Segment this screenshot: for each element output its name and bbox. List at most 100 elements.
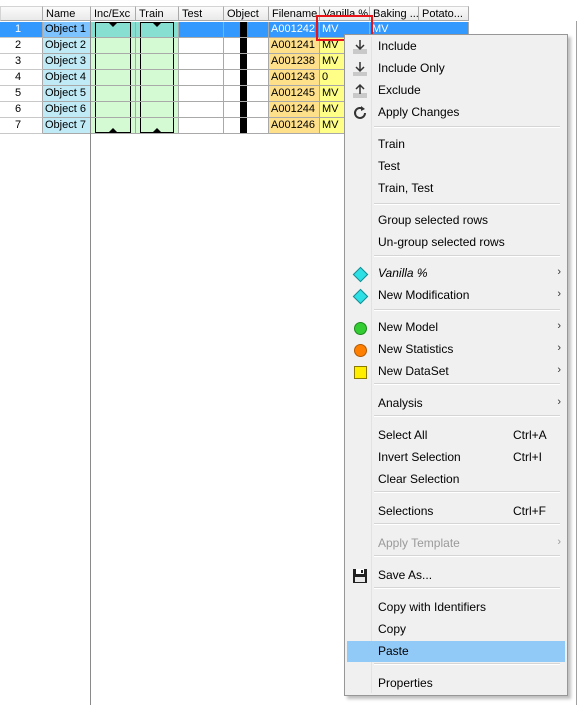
test-cell[interactable] xyxy=(179,102,224,118)
yellow-square-icon xyxy=(352,364,368,380)
object-cell[interactable] xyxy=(224,118,269,134)
menu-item-exclude[interactable]: Exclude xyxy=(347,80,565,101)
train-cell[interactable] xyxy=(136,38,179,54)
menu-item-properties[interactable]: Properties xyxy=(347,673,565,694)
object-cell[interactable] xyxy=(224,86,269,102)
test-cell[interactable] xyxy=(179,118,224,134)
name-cell[interactable]: Object 5 xyxy=(43,86,91,102)
inc-exc-cell[interactable] xyxy=(91,118,136,134)
menu-item-analysis[interactable]: Analysis › xyxy=(347,393,565,414)
filename-cell[interactable]: A001242 xyxy=(269,22,320,38)
menu-item-group-selected-rows[interactable]: Group selected rows xyxy=(347,210,565,231)
train-cell[interactable] xyxy=(136,118,179,134)
submenu-arrow-icon: › xyxy=(557,396,561,408)
menu-item-train[interactable]: Train xyxy=(347,134,565,155)
filename-cell[interactable]: A001246 xyxy=(269,118,320,134)
header-row-number[interactable] xyxy=(0,6,43,21)
menu-item-include-only[interactable]: Include Only xyxy=(347,58,565,79)
menu-item-new-model[interactable]: New Model › xyxy=(347,317,565,338)
object-marker xyxy=(240,86,247,101)
row-number-cell[interactable]: 3 xyxy=(0,54,43,70)
train-bracket-mark xyxy=(140,118,174,133)
filename-cell[interactable]: A001243 xyxy=(269,70,320,86)
name-cell[interactable]: Object 3 xyxy=(43,54,91,70)
test-cell[interactable] xyxy=(179,54,224,70)
filename-cell[interactable]: A001244 xyxy=(269,102,320,118)
header-name[interactable]: Name xyxy=(43,6,91,21)
inc-exc-cell[interactable] xyxy=(91,54,136,70)
inc-exc-cell[interactable] xyxy=(91,22,136,38)
row-number-cell[interactable]: 6 xyxy=(0,102,43,118)
train-bracket-mark xyxy=(140,70,174,85)
menu-item-label: Exclude xyxy=(378,83,421,97)
object-cell[interactable] xyxy=(224,70,269,86)
menu-item-vanilla[interactable]: Vanilla % › xyxy=(347,263,565,284)
context-menu: Include Include Only Exclude Apply Changes T… xyxy=(344,34,568,696)
test-cell[interactable] xyxy=(179,38,224,54)
menu-item-copy[interactable]: Copy xyxy=(347,619,565,640)
header-filename[interactable]: Filename xyxy=(269,6,320,21)
header-inc-exc[interactable]: Inc/Exc xyxy=(91,6,136,21)
test-cell[interactable] xyxy=(179,22,224,38)
submenu-arrow-icon: › xyxy=(557,536,561,548)
test-cell[interactable] xyxy=(179,70,224,86)
filename-cell[interactable]: A001245 xyxy=(269,86,320,102)
object-cell[interactable] xyxy=(224,102,269,118)
menu-item-test[interactable]: Test xyxy=(347,156,565,177)
menu-item-select-all[interactable]: Select All Ctrl+A xyxy=(347,425,565,446)
menu-item-train-test[interactable]: Train, Test xyxy=(347,178,565,199)
inc-exc-cell[interactable] xyxy=(91,70,136,86)
header-test[interactable]: Test xyxy=(179,6,224,21)
train-cell[interactable] xyxy=(136,70,179,86)
inc-exc-cell[interactable] xyxy=(91,86,136,102)
menu-item-copy-with-identifiers[interactable]: Copy with Identifiers xyxy=(347,597,565,618)
train-cell[interactable] xyxy=(136,22,179,38)
filename-cell[interactable]: A001241 xyxy=(269,38,320,54)
menu-item-include[interactable]: Include xyxy=(347,36,565,57)
object-cell[interactable] xyxy=(224,38,269,54)
menu-item-apply-changes[interactable]: Apply Changes xyxy=(347,102,565,123)
row-number-cell[interactable]: 1 xyxy=(0,22,43,38)
menu-separator xyxy=(374,126,560,128)
name-cell[interactable]: Object 6 xyxy=(43,102,91,118)
inc-exc-cell[interactable] xyxy=(91,38,136,54)
menu-item-paste[interactable]: Paste xyxy=(347,641,565,662)
name-cell[interactable]: Object 7 xyxy=(43,118,91,134)
cyan-diamond-icon xyxy=(352,288,369,305)
row-number-cell[interactable]: 5 xyxy=(0,86,43,102)
header-potato[interactable]: Potato... xyxy=(419,6,469,21)
row-number-cell[interactable]: 4 xyxy=(0,70,43,86)
name-cell[interactable]: Object 1 xyxy=(43,22,91,38)
train-cell[interactable] xyxy=(136,102,179,118)
menu-item-un-group-selected-rows[interactable]: Un-group selected rows xyxy=(347,232,565,253)
menu-item-label: Copy with Identifiers xyxy=(378,600,487,614)
train-cell[interactable] xyxy=(136,54,179,70)
train-cell[interactable] xyxy=(136,86,179,102)
header-object[interactable]: Object xyxy=(224,6,269,21)
name-cell[interactable]: Object 2 xyxy=(43,38,91,54)
row-number-cell[interactable]: 2 xyxy=(0,38,43,54)
menu-separator xyxy=(374,523,560,525)
menu-item-new-statistics[interactable]: New Statistics › xyxy=(347,339,565,360)
header-train[interactable]: Train xyxy=(136,6,179,21)
filename-cell[interactable]: A001238 xyxy=(269,54,320,70)
test-cell[interactable] xyxy=(179,86,224,102)
object-marker xyxy=(240,22,247,37)
menu-item-save-as[interactable]: Save As... xyxy=(347,565,565,586)
menu-item-selections[interactable]: Selections Ctrl+F xyxy=(347,501,565,522)
object-cell[interactable] xyxy=(224,54,269,70)
menu-item-new-modification[interactable]: New Modification › xyxy=(347,285,565,306)
menu-item-label: Train xyxy=(378,137,405,151)
menu-item-new-dataset[interactable]: New DataSet › xyxy=(347,361,565,382)
menu-item-clear-selection[interactable]: Clear Selection xyxy=(347,469,565,490)
inc-exc-cell[interactable] xyxy=(91,102,136,118)
menu-separator xyxy=(374,587,560,589)
menu-separator xyxy=(374,203,560,205)
name-cell[interactable]: Object 4 xyxy=(43,70,91,86)
object-cell[interactable] xyxy=(224,22,269,38)
menu-item-invert-selection[interactable]: Invert Selection Ctrl+I xyxy=(347,447,565,468)
header-baking[interactable]: Baking ... xyxy=(370,6,419,21)
row-number-cell[interactable]: 7 xyxy=(0,118,43,134)
menu-item-label: New Model xyxy=(378,320,439,334)
menu-item-label: Selections xyxy=(378,504,434,518)
